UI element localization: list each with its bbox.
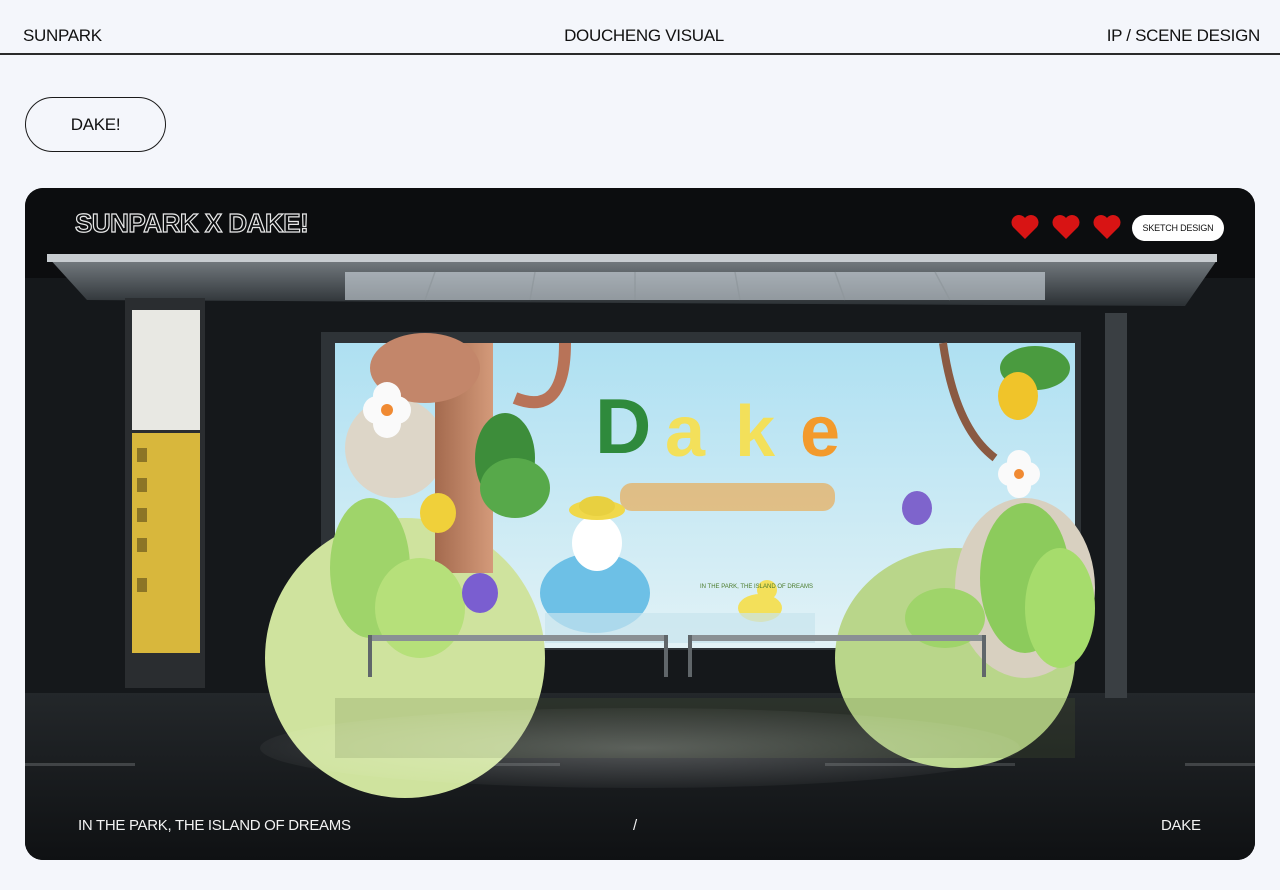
footer-project-name: DAKE	[1161, 817, 1201, 834]
heart-icon[interactable]	[1092, 214, 1122, 240]
heart-icon[interactable]	[1051, 214, 1081, 240]
showcase-card: D a k e IN THE PARK, THE ISLAND OF DREAM…	[25, 188, 1255, 860]
poster-tagline: IN THE PARK, THE ISLAND OF DREAMS	[700, 584, 813, 590]
logo-letter-d: D	[595, 382, 651, 470]
sketch-design-button[interactable]: SKETCH DESIGN	[1132, 215, 1224, 241]
footer-tagline: IN THE PARK, THE ISLAND OF DREAMS	[78, 817, 351, 834]
sketch-design-label: SKETCH DESIGN	[1142, 223, 1214, 233]
bus-stop-scene: D a k e IN THE PARK, THE ISLAND OF DREAM…	[25, 188, 1255, 860]
logo-letter-a: a	[665, 392, 706, 472]
hearts-group	[1010, 214, 1122, 240]
top-bar: SUNPARK DOUCHENG VISUAL IP / SCENE DESIG…	[0, 0, 1280, 55]
footer-divider: /	[633, 817, 637, 834]
studio-label[interactable]: DOUCHENG VISUAL	[0, 26, 1280, 46]
project-button-label: DAKE!	[70, 114, 121, 134]
category-label[interactable]: IP / SCENE DESIGN	[1107, 26, 1261, 46]
heart-icon[interactable]	[1010, 214, 1040, 240]
logo-letter-e: e	[800, 392, 840, 472]
showcase-title: SUNPARK X DAKE!	[74, 207, 309, 238]
logo-letter-k: k	[735, 392, 776, 472]
project-button[interactable]: DAKE!	[25, 97, 166, 152]
